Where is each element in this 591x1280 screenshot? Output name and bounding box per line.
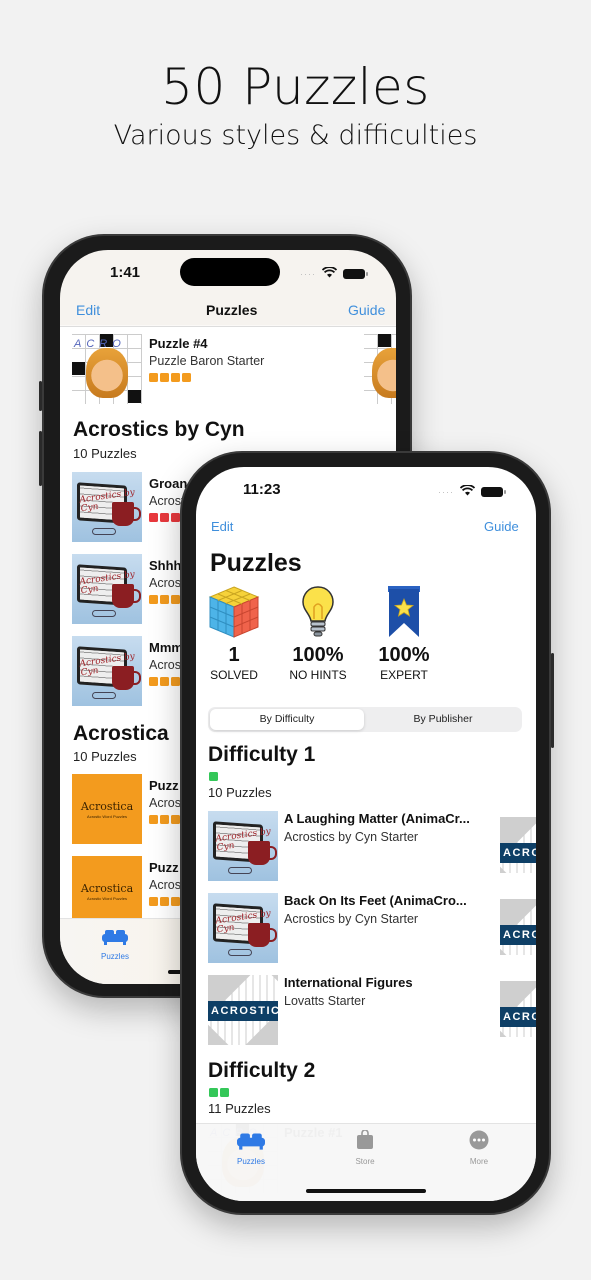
edit-button[interactable]: Edit [211, 519, 233, 534]
puzzle-thumbnail: ACRO [72, 334, 142, 404]
puzzle-thumbnail-peek: ACRO [500, 817, 536, 873]
puzzle-subtitle: Acrostics by Cyn Starter [284, 912, 419, 926]
difficulty-indicator [149, 513, 180, 522]
difficulty-indicator [149, 677, 180, 686]
puzzle-title: Puzz [149, 860, 179, 875]
puzzle-thumbnail: Acrostics by Cyn [72, 472, 142, 542]
puzzle-thumbnail-peek [364, 334, 396, 404]
puzzle-thumbnail: Acrostics by Cyn [208, 811, 278, 881]
more-icon [469, 1130, 489, 1150]
shopping-bag-icon [357, 1129, 373, 1149]
nav-title: Puzzles [206, 302, 258, 318]
puzzle-thumbnail: Acrostics by Cyn [72, 554, 142, 624]
dynamic-island [316, 475, 416, 503]
battery-icon [481, 487, 506, 497]
section-count: 10 Puzzles [73, 446, 137, 461]
guide-button[interactable]: Guide [348, 302, 385, 318]
section-count: 10 Puzzles [208, 785, 272, 800]
puzzle-thumbnail: Acrostics by Cyn [208, 893, 278, 963]
puzzle-title: Puzzle #4 [149, 336, 208, 351]
tab-puzzles[interactable]: Puzzles [80, 929, 150, 961]
lightbulb-icon [302, 586, 334, 637]
puzzle-subtitle: Lovatts Starter [284, 994, 366, 1008]
rubiks-cube-icon [208, 586, 260, 638]
tab-bar: Puzzles Store More [196, 1123, 536, 1201]
promo-subline: Various styles & difficulties [113, 120, 478, 151]
difficulty-indicator [149, 373, 191, 382]
puzzle-title: Puzz [149, 778, 179, 793]
wifi-icon [459, 483, 476, 501]
puzzle-title: A Laughing Matter (AnimaCr... [284, 811, 470, 826]
segment-by-publisher[interactable]: By Publisher [366, 709, 520, 730]
dynamic-island [180, 258, 280, 286]
puzzle-subtitle: Puzzle Baron Starter [149, 354, 265, 368]
list-item[interactable]: Acrostics by Cyn Back On Its Feet (Anima… [196, 893, 536, 965]
sofa-icon [237, 1133, 265, 1150]
battery-icon [343, 268, 368, 279]
front-phone: 11:23 ···· Edit Guide Puzzles 1 SOLVED 1… [180, 451, 554, 1215]
section-count: 10 Puzzles [73, 749, 137, 764]
segment-by-difficulty[interactable]: By Difficulty [210, 709, 364, 730]
stat-solved: 1 SOLVED [199, 585, 269, 682]
list-item[interactable]: ACROSTIC International Figures Lovatts S… [196, 975, 536, 1047]
status-time: 1:41 [110, 264, 141, 281]
guide-button[interactable]: Guide [484, 519, 519, 534]
promo-headline: 50 Puzzles [161, 58, 430, 116]
difficulty-indicator [209, 1088, 229, 1097]
edit-button[interactable]: Edit [76, 302, 100, 318]
status-icons: ···· [438, 483, 506, 501]
section-title: Difficulty 1 [208, 743, 316, 766]
status-icons: ···· [300, 266, 368, 281]
sofa-icon [102, 930, 128, 945]
status-time: 11:23 [243, 481, 281, 498]
stat-no-hints: 100% NO HINTS [283, 585, 353, 682]
puzzle-title: International Figures [284, 975, 413, 990]
puzzle-subtitle: Acrostics by Cyn Starter [284, 830, 419, 844]
puzzle-thumbnail-peek: ACRO [500, 981, 536, 1037]
puzzle-thumbnail-peek: ACRO [500, 899, 536, 955]
list-item[interactable]: Acrostics by Cyn A Laughing Matter (Anim… [196, 811, 536, 883]
wifi-icon [321, 266, 338, 281]
list-item[interactable]: ACRO Puzzle #4 Puzzle Baron Starter [60, 332, 396, 404]
tab-more[interactable]: More [444, 1130, 514, 1166]
front-screen: 11:23 ···· Edit Guide Puzzles 1 SOLVED 1… [196, 467, 536, 1201]
puzzle-subtitle: Acrost [149, 494, 185, 508]
puzzle-title: Back On Its Feet (AnimaCro... [284, 893, 467, 908]
large-title: Puzzles [210, 549, 302, 577]
stat-expert: 100% EXPERT [369, 585, 439, 682]
segmented-control: By Difficulty By Publisher [208, 707, 522, 732]
puzzle-thumbnail: Acrostica Acrostic Word Puzzles [72, 774, 142, 844]
section-count: 11 Puzzles [208, 1101, 271, 1116]
difficulty-indicator [149, 897, 180, 906]
puzzle-thumbnail: Acrostics by Cyn [72, 636, 142, 706]
puzzle-title: Groan [149, 476, 188, 491]
tab-store[interactable]: Store [330, 1129, 400, 1166]
puzzle-thumbnail: Acrostica Acrostic Word Puzzles [72, 856, 142, 926]
puzzle-title: Mmm [149, 640, 183, 655]
difficulty-indicator [209, 772, 218, 781]
puzzle-subtitle: Acros [149, 796, 181, 810]
difficulty-indicator [149, 595, 180, 604]
puzzle-thumbnail: ACROSTIC [208, 975, 278, 1045]
puzzle-subtitle: Acros [149, 878, 181, 892]
section-title: Difficulty 2 [208, 1059, 316, 1082]
home-indicator [306, 1189, 426, 1193]
difficulty-indicator [149, 815, 180, 824]
puzzle-title: Shhh [149, 558, 182, 573]
section-title: Acrostica [73, 722, 169, 745]
puzzle-subtitle: Acros [149, 576, 181, 590]
puzzle-subtitle: Acros [149, 658, 181, 672]
ribbon-star-icon [388, 586, 420, 637]
section-title: Acrostics by Cyn [73, 418, 245, 441]
tab-puzzles[interactable]: Puzzles [216, 1132, 286, 1166]
